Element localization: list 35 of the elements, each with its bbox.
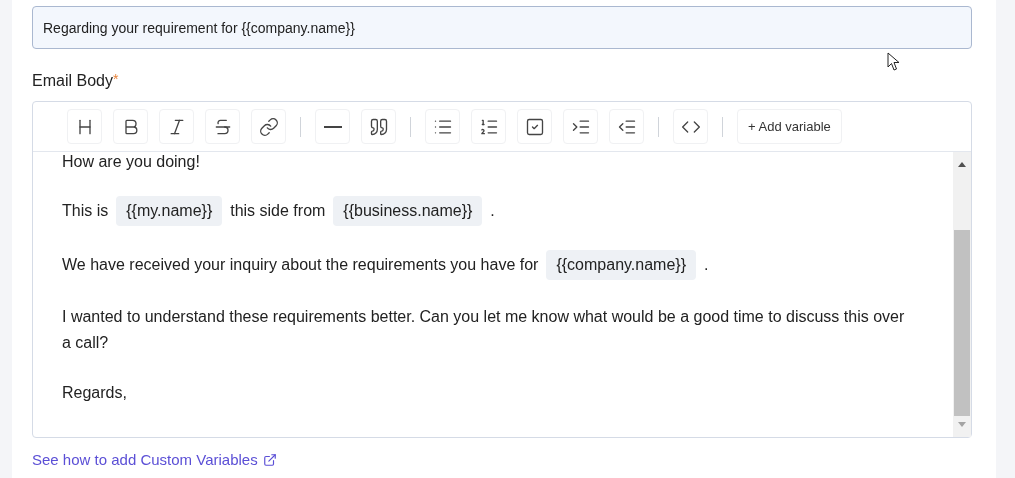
horizontal-rule-button[interactable] xyxy=(315,109,350,144)
add-variable-button[interactable]: + Add variable xyxy=(737,109,842,144)
code-button[interactable] xyxy=(673,109,708,144)
horizontal-rule-icon xyxy=(323,125,342,128)
external-link-icon xyxy=(262,453,277,468)
bold-button[interactable] xyxy=(113,109,148,144)
strikethrough-button[interactable] xyxy=(205,109,240,144)
indent-button[interactable] xyxy=(563,109,598,144)
required-mark: * xyxy=(112,70,119,87)
body-paragraph: Regards, xyxy=(62,383,128,403)
field-label: Email Body xyxy=(32,71,113,91)
checkbox-icon xyxy=(524,116,545,137)
subject-field[interactable]: Regarding your requirement for {{company.name}} xyxy=(32,6,972,49)
mouse-pointer-icon xyxy=(887,52,901,72)
body-paragraph: This is {{my.name}} this side from {{business.name}} . xyxy=(62,196,913,226)
scrollbar-thumb[interactable] xyxy=(954,230,970,416)
body-paragraph: We have received your inquiry about the requirements you have for {{company.name}} . xyxy=(62,250,913,280)
body-paragraph: How are you doing! xyxy=(62,152,201,172)
link-button[interactable] xyxy=(251,109,286,144)
body-paragraph: I wanted to understand these requirements better. Can you let me know what would be a good time to discuss this over a call? xyxy=(62,307,906,353)
link-icon xyxy=(258,116,279,137)
outdent-button[interactable] xyxy=(609,109,644,144)
italic-button[interactable] xyxy=(159,109,194,144)
variable-chip: {{company.name}} xyxy=(546,250,696,280)
bullet-list-button[interactable] xyxy=(425,109,460,144)
checkbox-button[interactable] xyxy=(517,109,552,144)
quote-button[interactable] xyxy=(361,109,396,144)
help-link[interactable]: See how to add Custom Variables xyxy=(32,449,277,472)
scroll-up-icon[interactable] xyxy=(958,162,966,167)
heading-button[interactable] xyxy=(67,109,102,144)
quote-icon xyxy=(368,116,389,137)
variable-chip: {{business.name}} xyxy=(333,196,483,226)
scrollbar[interactable] xyxy=(953,152,971,437)
variable-chip: {{my.name}} xyxy=(116,196,223,226)
numbered-list-button[interactable] xyxy=(471,109,506,144)
